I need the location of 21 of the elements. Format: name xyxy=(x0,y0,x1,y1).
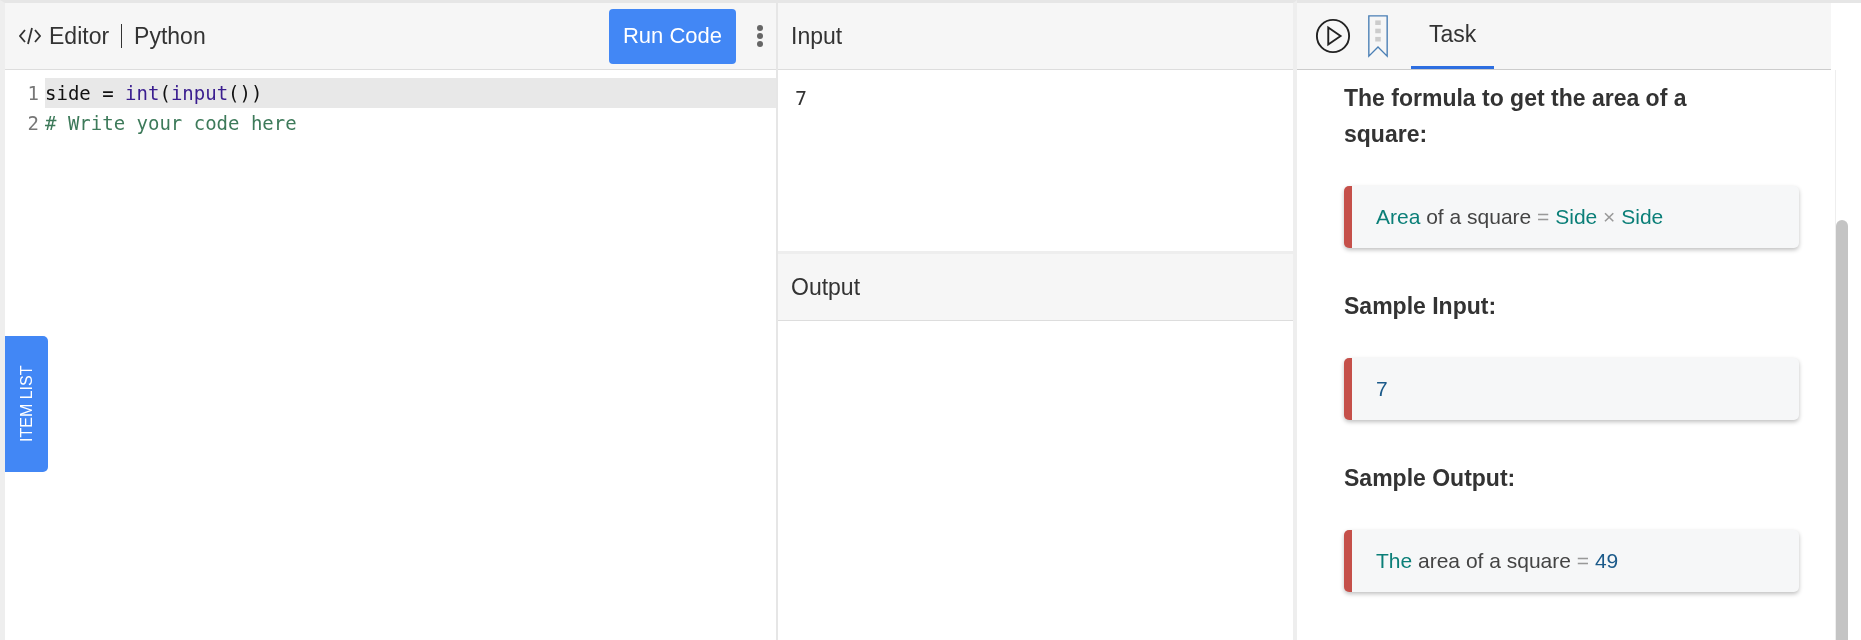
formula-block: 7 xyxy=(1344,358,1799,420)
language-label: Python xyxy=(134,22,206,50)
editor-title: Editor xyxy=(49,22,110,50)
formula-block: The area of a square = 49 xyxy=(1344,530,1799,592)
section-heading: The formula to get the area of a square: xyxy=(1344,84,1688,149)
formula-block: Area of a square = Side × Side xyxy=(1344,186,1799,248)
section-heading: Sample Output: xyxy=(1344,464,1517,493)
input-title: Input xyxy=(791,22,843,50)
bookmark-icon[interactable] xyxy=(1367,13,1389,59)
play-icon[interactable] xyxy=(1315,18,1351,54)
input-value[interactable]: 7 xyxy=(795,86,808,110)
code-line: # Write your code here xyxy=(45,111,298,136)
code-icon xyxy=(19,27,41,45)
section-heading: Sample Input: xyxy=(1344,292,1498,321)
more-options-icon[interactable] xyxy=(756,24,764,48)
line-number: 1 xyxy=(26,82,40,104)
task-tab[interactable]: Task xyxy=(1411,3,1495,69)
output-title: Output xyxy=(791,273,861,301)
line-number: 2 xyxy=(26,112,40,134)
scrollbar-thumb[interactable] xyxy=(1836,220,1848,640)
title-separator xyxy=(121,24,123,48)
